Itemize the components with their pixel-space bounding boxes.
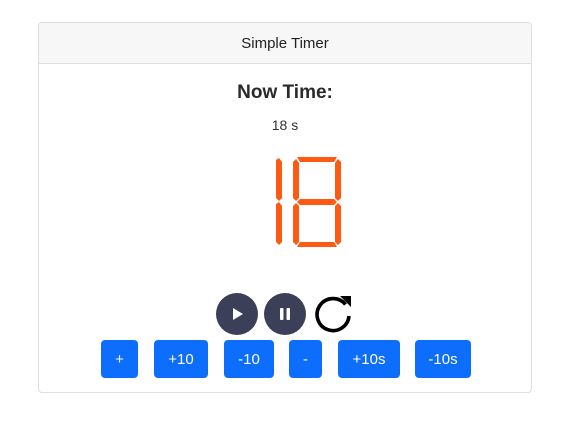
timer-controls [216,292,356,336]
play-button[interactable] [216,293,258,335]
timer-title: Simple Timer [241,34,329,52]
seven-segment-display [276,157,341,247]
digit-8-seg-d [297,242,337,247]
digit-8-seg-b [335,159,341,201]
plus-10s-button[interactable]: +10s [338,340,400,378]
pause-icon [280,308,290,320]
pause-button[interactable] [264,293,306,335]
decrement-button[interactable]: - [289,340,322,378]
reset-icon [315,296,351,333]
digit-8-seg-g [297,199,337,205]
minus-10-button[interactable]: -10 [224,340,274,378]
now-time-heading: Now Time: [237,82,333,103]
seconds-readout: 18 s [271,117,299,133]
plus-10-button[interactable]: +10 [154,340,208,378]
minus-10s-button[interactable]: -10s [415,340,471,378]
digit-8-seg-a [297,157,337,162]
increment-button[interactable]: + [101,340,138,378]
digit-8-seg-f [293,159,299,201]
play-icon [233,308,243,320]
digit-8-seg-e [293,203,299,245]
timer-card: Simple Timer Now Time: 18 s + +10 -10 - … [38,22,532,393]
digit-1-seg-c [276,202,282,245]
reset-button[interactable] [312,292,356,336]
digit-1-seg-b [276,158,282,201]
digit-8-seg-c [335,203,341,245]
card-header: Simple Timer [39,23,531,64]
